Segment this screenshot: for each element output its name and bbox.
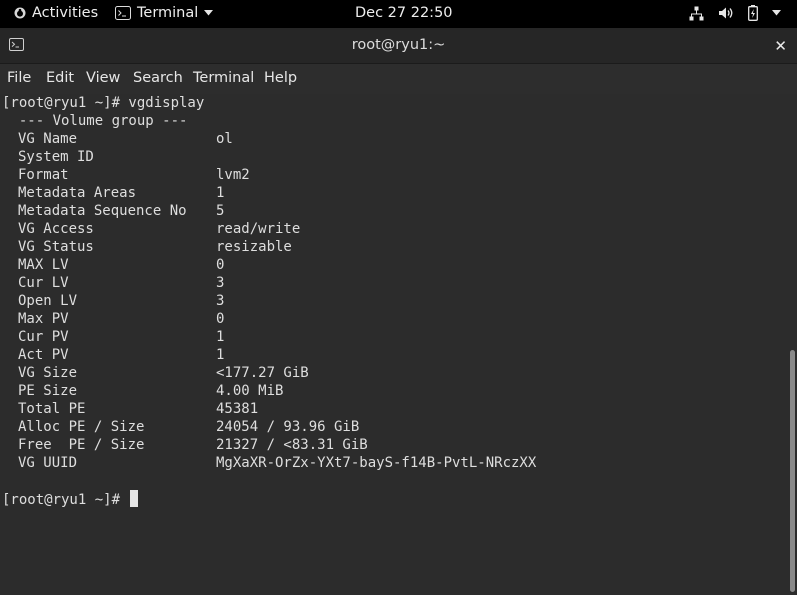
clock[interactable]: Dec 27 22:50 bbox=[355, 5, 453, 21]
window-header-bar[interactable]: root@ryu1:~ ✕ bbox=[0, 28, 797, 64]
output-row: Total PE 45381 bbox=[0, 400, 786, 418]
row-key: PE Size bbox=[18, 383, 78, 399]
row-key: MAX LV bbox=[18, 257, 69, 273]
output-row: System ID bbox=[0, 148, 786, 166]
app-menu-terminal[interactable]: Terminal bbox=[115, 5, 214, 21]
output-row: Act PV 1 bbox=[0, 346, 786, 364]
output-row: Alloc PE / Size 24054 / 93.96 GiB bbox=[0, 418, 786, 436]
output-row: PE Size 4.00 MiB bbox=[0, 382, 786, 400]
activities-button[interactable]: Activities bbox=[14, 5, 98, 21]
output-row: Open LV 3 bbox=[0, 292, 786, 310]
row-value: 24054 / 93.96 GiB bbox=[216, 419, 360, 435]
network-wired-icon bbox=[689, 6, 704, 21]
gnome-foot-icon bbox=[14, 7, 26, 19]
activities-label: Activities bbox=[32, 5, 99, 21]
window-title: root@ryu1:~ bbox=[351, 37, 446, 53]
shell-prompt: [root@ryu1 ~]# bbox=[2, 492, 129, 508]
row-key: Format bbox=[18, 167, 69, 183]
output-row: MAX LV 0 bbox=[0, 256, 786, 274]
row-key: Total PE bbox=[18, 401, 86, 417]
menu-file[interactable]: File bbox=[7, 70, 31, 86]
system-tray[interactable] bbox=[689, 5, 781, 21]
scrollbar-thumb[interactable] bbox=[790, 350, 795, 592]
volume-icon bbox=[718, 6, 734, 20]
close-button[interactable]: ✕ bbox=[774, 37, 787, 55]
output-row: Cur PV 1 bbox=[0, 328, 786, 346]
terminal-app-icon bbox=[115, 6, 131, 20]
row-key: Metadata Sequence No bbox=[18, 203, 187, 219]
row-key: System ID bbox=[18, 149, 94, 165]
row-value: 1 bbox=[216, 185, 225, 201]
row-key: Metadata Areas bbox=[18, 185, 137, 201]
output-row: Format lvm2 bbox=[0, 166, 786, 184]
menu-terminal[interactable]: Terminal bbox=[193, 70, 254, 86]
menubar: File Edit View Search Terminal Help bbox=[0, 64, 797, 94]
row-key: VG UUID bbox=[18, 455, 78, 471]
output-row: Cur LV 3 bbox=[0, 274, 786, 292]
output-row: Max PV 0 bbox=[0, 310, 786, 328]
output-row: VG Status resizable bbox=[0, 238, 786, 256]
row-value: 1 bbox=[216, 347, 225, 363]
output-row: VG Size <177.27 GiB bbox=[0, 364, 786, 382]
menu-help[interactable]: Help bbox=[264, 70, 297, 86]
output-row: Metadata Sequence No 5 bbox=[0, 202, 786, 220]
chevron-down-icon bbox=[772, 10, 781, 16]
row-key: VG Status bbox=[18, 239, 94, 255]
chevron-down-icon bbox=[204, 10, 214, 16]
row-key: Cur LV bbox=[18, 275, 69, 291]
row-key: VG Size bbox=[18, 365, 78, 381]
row-key: Open LV bbox=[18, 293, 78, 309]
row-key: VG Access bbox=[18, 221, 94, 237]
row-value: 0 bbox=[216, 257, 225, 273]
row-value: lvm2 bbox=[216, 167, 250, 183]
row-key: Free PE / Size bbox=[18, 437, 145, 453]
gnome-top-bar: Activities Terminal Dec 27 22:50 bbox=[0, 0, 797, 28]
row-value: 1 bbox=[216, 329, 225, 345]
row-value: 21327 / <83.31 GiB bbox=[216, 437, 368, 453]
row-value: <177.27 GiB bbox=[216, 365, 309, 381]
row-key: Cur PV bbox=[18, 329, 69, 345]
output-row: VG UUID MgXaXR-OrZx-YXt7-bayS-f14B-PvtL-N… bbox=[0, 454, 786, 472]
row-key: VG Name bbox=[18, 131, 78, 147]
menu-search[interactable]: Search bbox=[133, 70, 183, 86]
row-key: Alloc PE / Size bbox=[18, 419, 145, 435]
row-value: 3 bbox=[216, 293, 225, 309]
output-row: Metadata Areas 1 bbox=[0, 184, 786, 202]
row-value: read/write bbox=[216, 221, 301, 237]
prompt-line[interactable]: [root@ryu1 ~]# bbox=[0, 490, 786, 508]
text-cursor bbox=[130, 490, 139, 507]
row-key: Max PV bbox=[18, 311, 69, 327]
battery-charging-icon bbox=[748, 5, 758, 21]
row-value: MgXaXR-OrZx-YXt7-bayS-f14B-PvtL-NRczXX bbox=[216, 455, 537, 471]
row-value: 3 bbox=[216, 275, 225, 291]
menu-edit[interactable]: Edit bbox=[46, 70, 74, 86]
row-value: 5 bbox=[216, 203, 225, 219]
output-row: Free PE / Size 21327 / <83.31 GiB bbox=[0, 436, 786, 454]
row-value: resizable bbox=[216, 239, 292, 255]
command-line: [root@ryu1 ~]# vgdisplay bbox=[2, 95, 205, 111]
row-value: 4.00 MiB bbox=[216, 383, 284, 399]
row-key: Act PV bbox=[18, 347, 69, 363]
scrollbar[interactable] bbox=[786, 94, 797, 595]
output-row: VG Name ol bbox=[0, 130, 786, 148]
row-value: 45381 bbox=[216, 401, 259, 417]
terminal-output[interactable]: [root@ryu1 ~]# vgdisplay --- Volume grou… bbox=[0, 94, 786, 595]
row-value: ol bbox=[216, 131, 233, 147]
menu-view[interactable]: View bbox=[86, 70, 120, 86]
row-value: 0 bbox=[216, 311, 225, 327]
app-menu-label: Terminal bbox=[137, 5, 199, 21]
output-row: VG Access read/write bbox=[0, 220, 786, 238]
section-header: --- Volume group --- bbox=[2, 113, 188, 129]
